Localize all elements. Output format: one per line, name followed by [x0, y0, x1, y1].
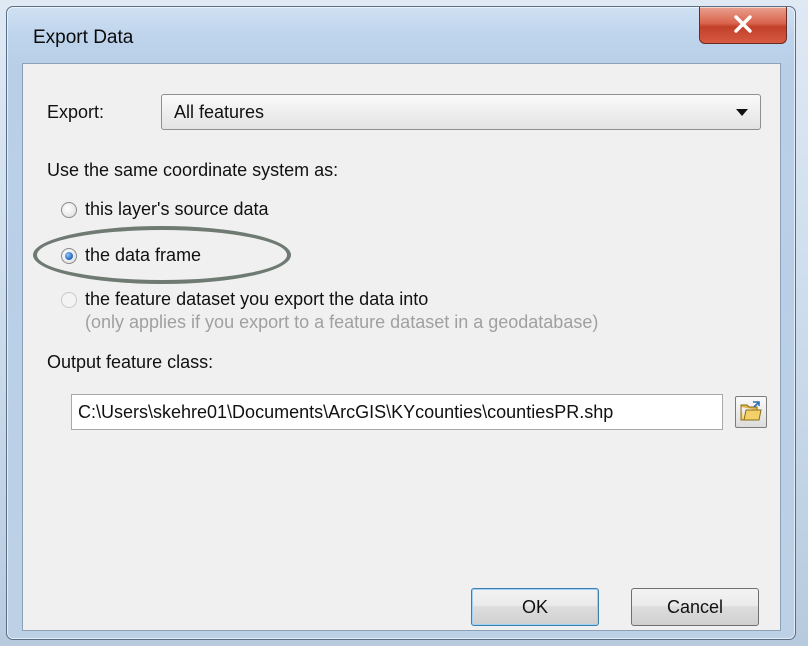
dialog-body: Export: All features Use the same coordi…: [22, 63, 781, 631]
chevron-down-icon: [736, 109, 748, 116]
coordinate-system-heading: Use the same coordinate system as:: [47, 160, 339, 180]
close-button[interactable]: [699, 7, 787, 44]
close-icon: [734, 15, 752, 33]
radio-button-disabled: [61, 292, 77, 308]
export-selected-value: All features: [174, 102, 265, 122]
export-data-dialog: Export Data Export: All features Use the…: [6, 6, 796, 640]
output-feature-class-label: Output feature class:: [47, 352, 214, 372]
browse-button[interactable]: [735, 396, 767, 428]
dialog-title: Export Data: [33, 27, 134, 48]
radio-label: the data frame: [85, 245, 202, 265]
output-path-field[interactable]: [71, 394, 723, 430]
export-label: Export:: [47, 102, 105, 122]
radio-label: the feature dataset you export the data …: [85, 289, 429, 309]
cancel-button[interactable]: Cancel: [631, 588, 759, 626]
radio-label: this layer's source data: [85, 199, 269, 219]
radio-sublabel: (only applies if you export to a feature…: [85, 312, 599, 332]
open-folder-icon: [740, 401, 762, 421]
radio-button-checked[interactable]: [61, 248, 77, 264]
radio-button[interactable]: [61, 202, 77, 218]
title-bar: Export Data: [7, 7, 795, 63]
ok-button[interactable]: OK: [471, 588, 599, 626]
export-select[interactable]: All features: [161, 94, 761, 130]
